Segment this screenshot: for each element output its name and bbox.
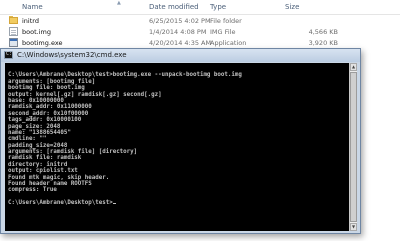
- file-date: 4/20/2014 4:35 AM: [149, 39, 212, 47]
- cmd-app-icon[interactable]: C:\: [4, 51, 15, 59]
- file-size: 3,920 KB: [308, 39, 338, 47]
- column-header-size[interactable]: Size: [285, 3, 299, 11]
- scroll-up-arrow-icon[interactable]: ▲: [350, 63, 357, 71]
- column-header-row: ▲ Name Date modified Type Size: [0, 0, 400, 15]
- file-row-boot-img[interactable]: boot.img 1/4/2014 4:08 PM IMG File 4,566…: [0, 26, 400, 37]
- column-header-date-modified[interactable]: Date modified: [149, 3, 199, 11]
- scrollbar-thumb[interactable]: [350, 72, 357, 222]
- folder-icon: [9, 16, 18, 25]
- window-titlebar[interactable]: C:\ C:\Windows\system32\cmd.exe: [1, 49, 360, 62]
- file-size: 4,566 KB: [308, 28, 338, 36]
- file-type: IMG File: [210, 28, 236, 36]
- img-file-icon: [9, 27, 18, 36]
- file-date: 6/25/2015 4:02 PM: [149, 17, 211, 25]
- column-header-name[interactable]: Name: [22, 3, 43, 11]
- file-date: 1/4/2014 4:08 PM: [149, 28, 207, 36]
- file-row-initrd[interactable]: initrd 6/25/2015 4:02 PM File folder: [0, 15, 400, 26]
- sort-indicator-icon: ▲: [117, 0, 121, 6]
- text-cursor: [112, 203, 116, 205]
- file-row-bootimg-exe[interactable]: bootimg.exe 4/20/2014 4:35 AM Applicatio…: [0, 37, 400, 48]
- file-name: initrd: [22, 17, 39, 25]
- vertical-scrollbar[interactable]: ▲ ▼: [349, 63, 357, 231]
- prompt-text: C:\Users\Ambrane\Desktop\test>: [8, 200, 113, 207]
- file-name: boot.img: [22, 28, 51, 36]
- file-type: File folder: [210, 17, 242, 25]
- exe-file-icon: [9, 38, 18, 47]
- column-header-type[interactable]: Type: [210, 3, 226, 11]
- cmd-window[interactable]: C:\ C:\Windows\system32\cmd.exe C:\Users…: [0, 48, 361, 234]
- file-name: bootimg.exe: [22, 39, 63, 47]
- scroll-down-arrow-icon[interactable]: ▼: [350, 223, 357, 231]
- console-lines: C:\Users\Ambrane\Desktop\test>bootimg.ex…: [8, 66, 349, 207]
- file-type: Application: [210, 39, 247, 47]
- prompt-line[interactable]: C:\Users\Ambrane\Desktop\test>: [8, 200, 349, 206]
- window-title: C:\Windows\system32\cmd.exe: [17, 51, 127, 59]
- console-output[interactable]: C:\Users\Ambrane\Desktop\test>bootimg.ex…: [5, 63, 349, 231]
